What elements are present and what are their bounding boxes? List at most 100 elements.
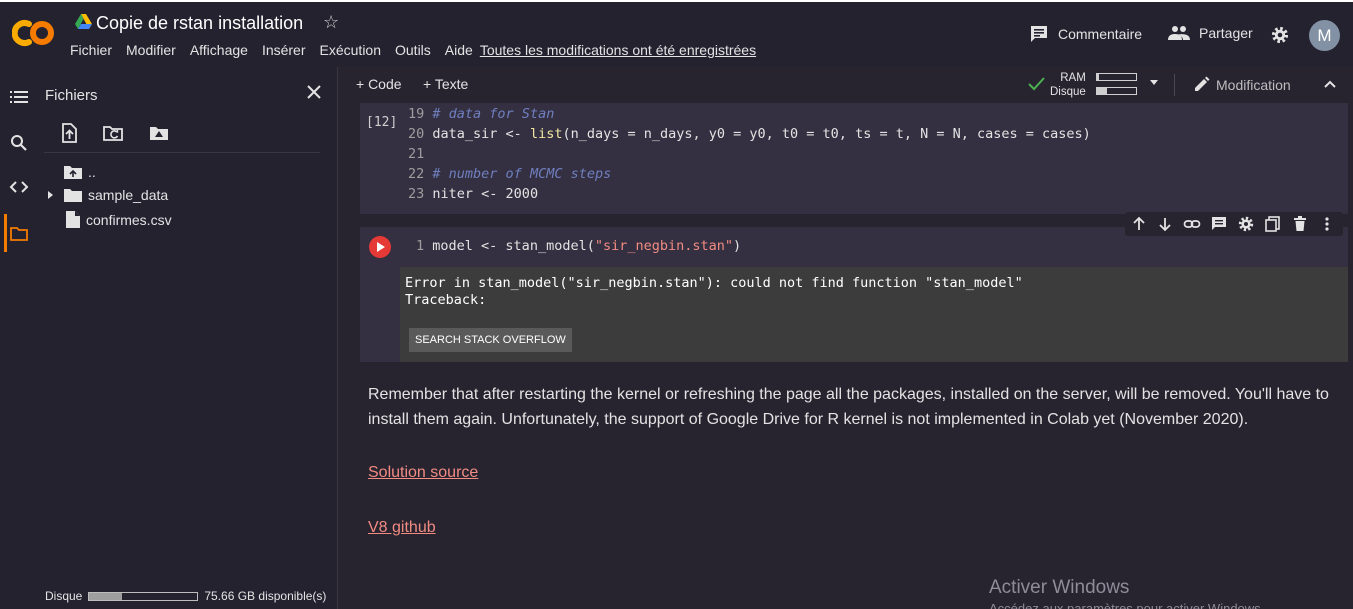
chevron-right-icon[interactable]: [46, 190, 56, 200]
code-text: data_sir <-: [432, 126, 530, 142]
code-cell[interactable]: [12] 19 # data for Stan 20 data_sir <- l…: [360, 103, 1348, 214]
code-comment: # number of MCMC steps: [432, 166, 612, 182]
disk-usage-fill: [1097, 88, 1107, 94]
tree-item-label: sample_data: [88, 187, 169, 203]
windows-activation-subtitle: Accédez aux paramètres pour activer Wind…: [989, 601, 1265, 609]
v8-github-link[interactable]: V8 github: [368, 519, 436, 537]
cell-settings-icon[interactable]: [1237, 215, 1255, 233]
files-panel: Fichiers .. sample_data confirmes.csv Di…: [36, 67, 338, 609]
line-number: 22: [408, 166, 425, 182]
code-line[interactable]: 22 # number of MCMC steps: [408, 166, 611, 182]
files-folder-icon[interactable]: [9, 224, 29, 244]
solution-source-link[interactable]: Solution source: [368, 464, 478, 482]
divider: [1174, 74, 1175, 96]
edit-mode-button[interactable]: Modification: [1193, 76, 1291, 93]
search-stack-overflow-button[interactable]: SEARCH STACK OVERFLOW: [409, 328, 572, 352]
chevron-up-icon[interactable]: [1323, 77, 1337, 91]
move-down-icon[interactable]: [1156, 215, 1174, 233]
code-comment: # data for Stan: [432, 106, 555, 122]
disk-usage-bar: [88, 591, 199, 601]
share-label: Partager: [1199, 25, 1253, 41]
file-icon: [66, 211, 80, 228]
menu-inserer[interactable]: Insérer: [262, 42, 306, 58]
people-icon: [1168, 26, 1190, 40]
code-cell-active[interactable]: 1 model <- stan_model("sir_negbin.stan")…: [360, 227, 1348, 362]
code-text: niter <- 2000: [432, 186, 539, 202]
tree-item-parent[interactable]: ..: [64, 164, 96, 180]
mount-drive-icon[interactable]: [148, 122, 170, 144]
link-icon[interactable]: [1183, 215, 1201, 233]
execution-count: [12]: [366, 115, 398, 130]
resources-labels[interactable]: RAM Disque: [1050, 71, 1086, 99]
comment-button[interactable]: Commentaire: [1029, 25, 1142, 43]
tree-item-sample-data[interactable]: sample_data: [46, 187, 168, 203]
side-rail: [0, 67, 36, 609]
search-icon[interactable]: [9, 133, 29, 153]
share-button[interactable]: Partager: [1168, 25, 1253, 41]
menu-execution[interactable]: Exécution: [320, 42, 381, 58]
comment-label: Commentaire: [1058, 26, 1143, 42]
divider: [44, 152, 320, 153]
add-code-button[interactable]: + Code: [356, 76, 402, 92]
line-number: 23: [408, 186, 425, 202]
refresh-folder-icon[interactable]: [102, 122, 124, 144]
code-line[interactable]: 20 data_sir <- list(n_days = n_days, y0 …: [408, 126, 1091, 142]
code-text: (n_days = n_days, y0 = y0, t0 = t0, ts =…: [562, 126, 1091, 142]
menu-modifier[interactable]: Modifier: [126, 42, 176, 58]
text-cell-paragraph: Remember that after restarting the kerne…: [368, 386, 1329, 428]
code-function: list: [529, 126, 563, 142]
disk-usage-fill: [89, 592, 122, 600]
run-cell-button[interactable]: [369, 236, 391, 258]
menu-affichage[interactable]: Affichage: [190, 42, 248, 58]
chevron-down-icon[interactable]: [1148, 79, 1160, 87]
menu-outils[interactable]: Outils: [395, 42, 431, 58]
cell-toolbar: [1125, 212, 1343, 236]
error-output: Error in stan_model("sir_negbin.stan"): …: [405, 275, 1023, 308]
settings-gear-icon[interactable]: [1270, 25, 1290, 45]
app-header: Copie de rstan installation ☆ Fichier Mo…: [0, 0, 1353, 67]
code-snippets-icon[interactable]: [9, 177, 29, 197]
ram-usage-fill: [1097, 74, 1099, 80]
save-status-link[interactable]: Toutes les modifications ont été enregis…: [480, 42, 756, 58]
menu-bar: Fichier Modifier Affichage Insérer Exécu…: [70, 42, 770, 58]
user-avatar[interactable]: M: [1309, 20, 1340, 51]
colab-logo-icon[interactable]: [12, 16, 56, 50]
code-line[interactable]: 1 model <- stan_model("sir_negbin.stan"): [416, 238, 741, 254]
active-indicator: [4, 214, 7, 252]
comment-icon[interactable]: [1210, 215, 1228, 233]
code-text: ): [733, 238, 742, 254]
star-icon[interactable]: ☆: [323, 12, 339, 33]
line-number: 21: [408, 146, 425, 162]
delete-icon[interactable]: [1291, 215, 1309, 233]
line-number: 20: [408, 126, 425, 142]
close-icon[interactable]: [304, 82, 324, 102]
line-number: 19: [408, 106, 425, 122]
more-vert-icon[interactable]: [1318, 215, 1336, 233]
menu-aide[interactable]: Aide: [445, 42, 473, 58]
google-drive-icon: [75, 14, 92, 29]
folder-icon: [64, 189, 82, 202]
folder-up-icon: [64, 166, 82, 179]
code-line[interactable]: 19 # data for Stan: [408, 106, 554, 122]
document-title[interactable]: Copie de rstan installation: [96, 13, 303, 34]
code-string: "sir_negbin.stan": [594, 238, 734, 254]
menu-fichier[interactable]: Fichier: [70, 42, 112, 58]
code-line[interactable]: 23 niter <- 2000: [408, 186, 538, 202]
notebook-toolbar: + Code + Texte RAM Disque Modification: [338, 67, 1353, 102]
tree-item-label: ..: [88, 164, 96, 180]
comment-icon: [1031, 26, 1047, 42]
add-text-button[interactable]: + Texte: [423, 76, 468, 92]
table-of-contents-icon[interactable]: [9, 87, 29, 107]
code-line[interactable]: 21: [408, 146, 424, 162]
disk-label: Disque: [1050, 86, 1086, 98]
upload-file-icon[interactable]: [58, 122, 80, 144]
tree-item-confirmes-csv[interactable]: confirmes.csv: [66, 211, 172, 228]
code-text: model <- stan_model(: [432, 238, 595, 254]
ram-label: RAM: [1060, 72, 1086, 84]
cell-output: Error in stan_model("sir_negbin.stan"): …: [400, 267, 1348, 362]
pencil-icon: [1195, 76, 1210, 91]
connected-check-icon: [1028, 77, 1045, 91]
line-number: 1: [416, 238, 425, 254]
move-up-icon[interactable]: [1130, 215, 1148, 233]
mirror-cell-icon[interactable]: [1264, 215, 1282, 233]
